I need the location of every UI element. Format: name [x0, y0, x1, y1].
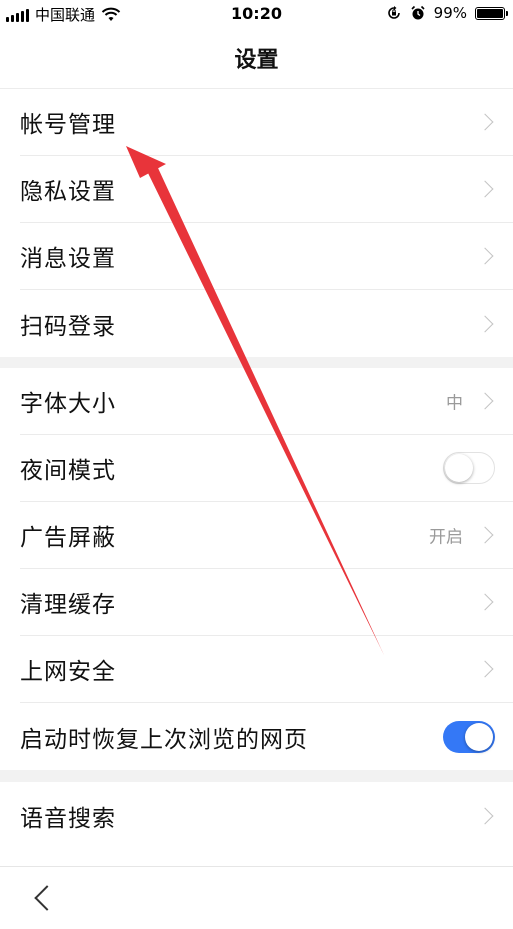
row-font-size[interactable]: 字体大小 中	[20, 368, 513, 435]
toggle-knob	[465, 722, 493, 751]
row-scan-login[interactable]: 扫码登录	[20, 290, 513, 357]
row-label: 消息设置	[20, 246, 116, 272]
row-label: 夜间模式	[20, 458, 116, 484]
bottom-toolbar	[0, 866, 513, 929]
chevron-right-icon	[476, 247, 494, 265]
chevron-right-icon	[476, 113, 494, 131]
row-night-mode: 夜间模式	[20, 435, 513, 502]
restore-session-toggle[interactable]	[443, 720, 495, 753]
row-voice-search[interactable]: 语音搜索	[20, 782, 513, 849]
row-account-management[interactable]: 帐号管理	[20, 89, 513, 156]
row-label: 扫码登录	[20, 313, 116, 340]
chevron-right-icon	[476, 660, 494, 678]
row-privacy-settings[interactable]: 隐私设置	[20, 156, 513, 223]
settings-group-account: 帐号管理 隐私设置 消息设置 扫码登录	[0, 89, 513, 357]
row-value: 中	[446, 393, 463, 414]
row-label: 清理缓存	[20, 592, 116, 618]
night-mode-toggle[interactable]	[443, 452, 495, 484]
chevron-right-icon	[476, 526, 494, 544]
row-clear-cache[interactable]: 清理缓存	[20, 569, 513, 636]
settings-group-browsing: 字体大小 中 夜间模式 广告屏蔽 开启 清理缓存 上网安全 启动时恢复上次浏览的…	[0, 368, 513, 770]
chevron-left-icon[interactable]	[34, 885, 60, 911]
row-label: 语音搜索	[20, 805, 116, 832]
chevron-right-icon	[476, 315, 494, 332]
alarm-icon	[411, 5, 425, 20]
row-ad-block[interactable]: 广告屏蔽 开启	[20, 502, 513, 569]
section-separator	[0, 770, 513, 782]
row-message-settings[interactable]: 消息设置	[20, 223, 513, 290]
row-restore-last-session: 启动时恢复上次浏览的网页	[20, 703, 513, 770]
row-value: 开启	[429, 527, 463, 548]
rotation-lock-icon	[387, 6, 400, 19]
row-label: 字体大小	[20, 391, 116, 417]
row-label: 帐号管理	[20, 112, 116, 138]
section-separator	[0, 357, 513, 368]
status-bar: 中国联通 10:20 99%	[0, 0, 513, 28]
row-browsing-security[interactable]: 上网安全	[20, 636, 513, 703]
row-label: 上网安全	[20, 659, 116, 685]
battery-icon	[475, 6, 508, 20]
chevron-right-icon	[476, 392, 494, 410]
battery-percent: 99%	[433, 4, 467, 22]
status-right: 99%	[386, 4, 508, 22]
chevron-right-icon	[476, 593, 494, 611]
chevron-right-icon	[476, 180, 494, 198]
chevron-right-icon	[476, 807, 494, 824]
row-label: 启动时恢复上次浏览的网页	[20, 726, 308, 753]
row-label: 广告屏蔽	[20, 525, 116, 551]
row-label: 隐私设置	[20, 179, 116, 205]
toggle-knob	[445, 453, 473, 482]
settings-group-voice: 语音搜索	[0, 782, 513, 849]
page-title: 设置	[0, 28, 513, 89]
battery-fill	[477, 8, 503, 18]
